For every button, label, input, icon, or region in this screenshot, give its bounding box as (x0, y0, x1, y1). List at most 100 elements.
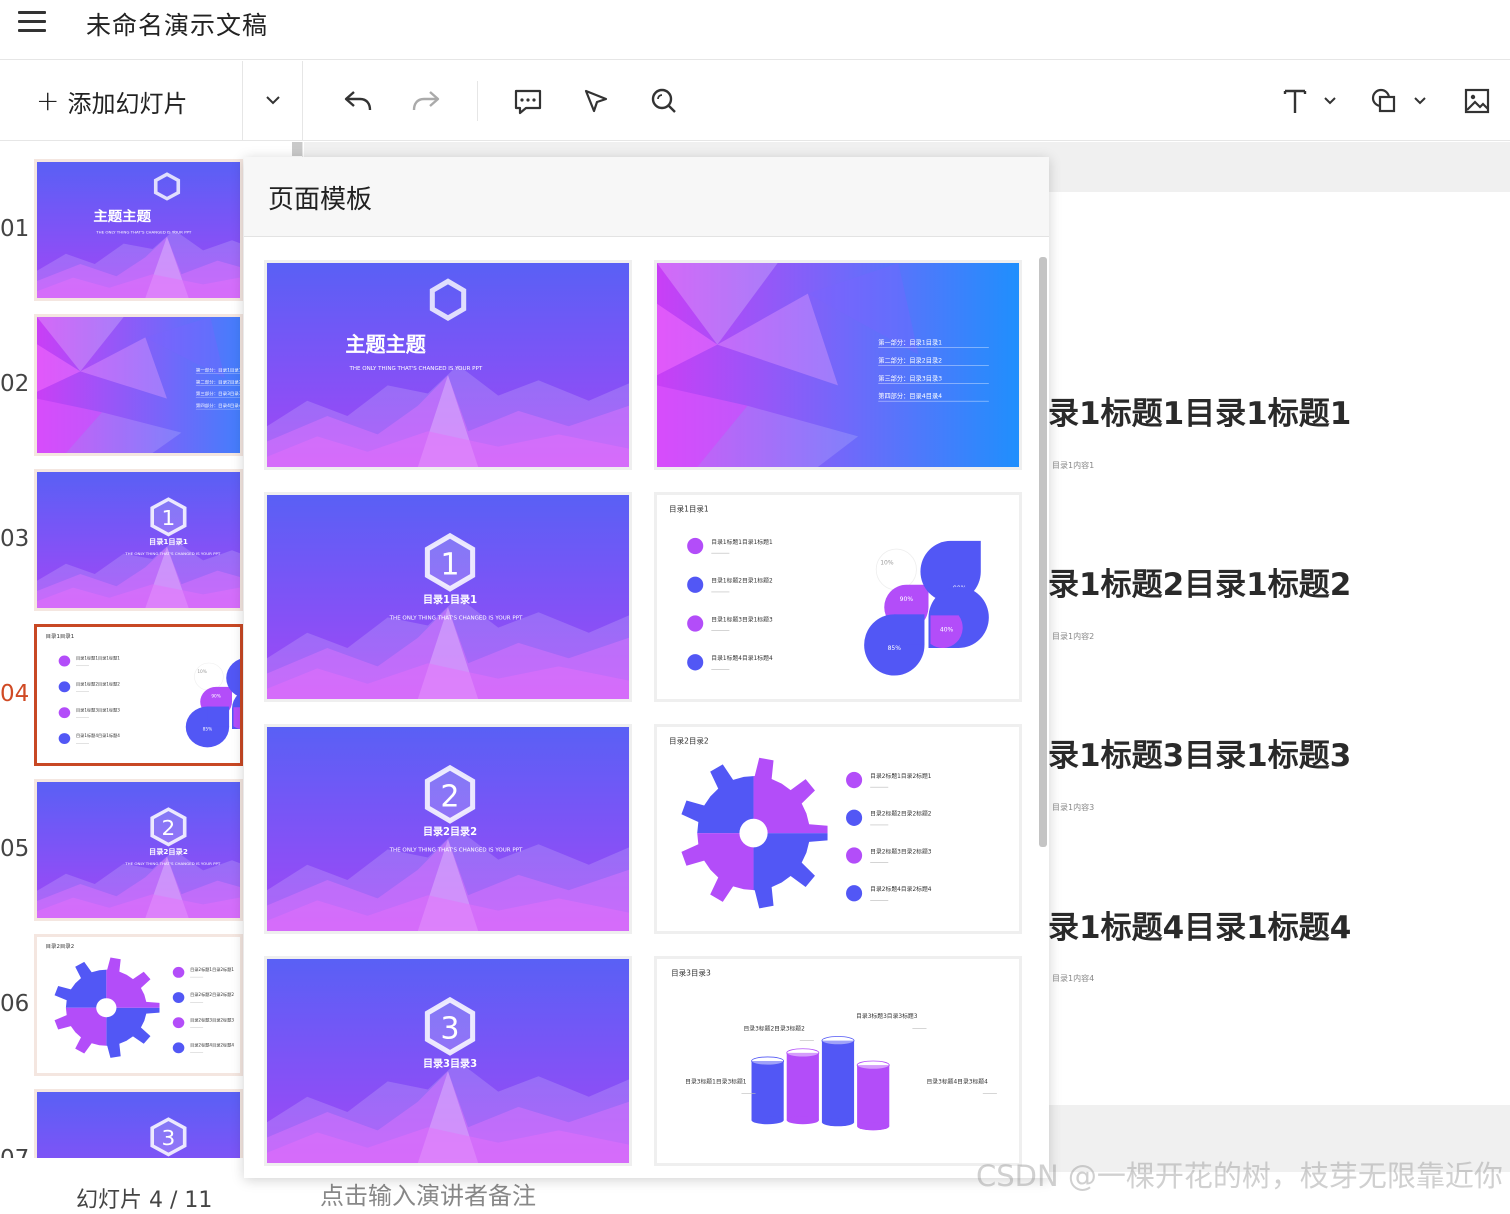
slide-counter: 幻灯片 4 / 11 (76, 1188, 213, 1213)
add-slide-dropdown-button[interactable] (242, 61, 303, 141)
template-card-gear[interactable]: 目录2目录2 目录2标题1目录2标题1 目录2标题2目录2标题2 目录2标题3目录2标… (654, 724, 1022, 934)
svg-text:2: 2 (162, 816, 176, 840)
template-card-toc[interactable]: 第一部分：目录1目录1 第二部分：目录2目录2 第三部分：目录3目录3 第四部分：目录… (654, 260, 1022, 470)
svg-text:85%: 85% (203, 726, 213, 731)
slide-thumbnail-01[interactable]: 主题主题 THE ONLY THING THAT'S CHANGED IS YOU… (34, 159, 243, 301)
svg-text:THE ONLY THING THAT'S CHANGED: THE ONLY THING THAT'S CHANGED IS YOUR PP… (95, 230, 192, 235)
thumbnail-number: 05 (0, 836, 30, 862)
template-card-petal[interactable]: 目录1目录1 目录1标题1目录1标题1 目录1标题2目录1标题2 目录1标题3目录1标… (654, 492, 1022, 702)
svg-text:THE ONLY THING THAT'S CHANGED: THE ONLY THING THAT'S CHANGED IS YOUR PP… (389, 847, 523, 853)
add-slide-label: 添加幻灯片 (67, 89, 188, 118)
svg-text:目录3标题4目录3标题4: 目录3标题4目录3标题4 (926, 1077, 988, 1085)
svg-text:目录2标题2目录2标题2: 目录2标题2目录2标题2 (870, 810, 932, 818)
template-card-cover[interactable]: 主题主题 THE ONLY THING THAT'S CHANGED IS YOU… (264, 260, 632, 470)
slide-text-sub-1[interactable]: 目录1内容1 (1052, 460, 1094, 471)
svg-text:第三部分：目录3目录3: 第三部分：目录3目录3 (878, 373, 942, 382)
template-preview: 第一部分：目录1目录1 第二部分：目录2目录2 第三部分：目录3目录3 第四部分：目录… (657, 263, 1019, 467)
shape-tool-dropdown-icon[interactable] (1408, 83, 1432, 119)
toolbar: + 添加幻灯片 (0, 61, 1510, 141)
speaker-notes-input[interactable]: 点击输入演讲者备注 (320, 1176, 536, 1211)
svg-text:2: 2 (440, 779, 459, 814)
template-card-section[interactable]: 2 目录2目录2 THE ONLY THING THAT'S CHANGED IS … (264, 724, 632, 934)
text-tool-icon[interactable] (1277, 83, 1313, 119)
slide-thumbnail-05[interactable]: 2 目录2目录2 THE ONLY THING THAT'S CHANGED IS … (34, 779, 243, 921)
slide-text-title-4[interactable]: 录1标题4目录1标题4 (1048, 902, 1351, 947)
svg-text:目录1标题3目录1标题3: 目录1标题3目录1标题3 (711, 615, 773, 623)
svg-text:THE ONLY THING THAT'S CHANGED: THE ONLY THING THAT'S CHANGED IS YOUR PP… (124, 551, 221, 556)
svg-text:目录1目录1: 目录1目录1 (669, 504, 709, 513)
svg-text:主题主题: 主题主题 (345, 333, 426, 357)
thumbnail-number: 07 (0, 1146, 29, 1158)
slide-text-title-2[interactable]: 录1标题2目录1标题2 (1048, 559, 1351, 604)
template-preview: 目录2目录2 目录2标题1目录2标题1 目录2标题2目录2标题2 目录2标题3目录2标… (657, 727, 1019, 931)
text-tool-dropdown-icon[interactable] (1318, 83, 1342, 119)
search-icon[interactable] (646, 83, 682, 119)
svg-text:目录2标题2目录2标题2: 目录2标题2目录2标题2 (190, 991, 234, 997)
svg-text:目录2标题1目录2标题1: 目录2标题1目录2标题1 (870, 772, 932, 780)
template-card-cylinders[interactable]: 目录3目录3 目录3标题1目录3标题1 目录3标题2目录3标题2 目录3标题3目录3标… (654, 956, 1022, 1166)
svg-text:90%: 90% (211, 694, 221, 699)
document-title[interactable]: 未命名演示文稿 (86, 6, 268, 42)
slide-thumbnail-preview: 2 目录2目录2 THE ONLY THING THAT'S CHANGED IS … (37, 782, 240, 918)
svg-text:目录3目录3: 目录3目录3 (423, 1058, 477, 1070)
hamburger-menu-icon[interactable] (16, 8, 48, 36)
thumbnail-number: 02 (0, 371, 30, 397)
slide-text-title-3[interactable]: 录1标题3目录1标题3 (1048, 730, 1351, 775)
comment-icon[interactable] (510, 83, 546, 119)
add-slide-button[interactable]: + 添加幻灯片 (36, 83, 187, 119)
svg-text:目录1目录1: 目录1目录1 (423, 594, 477, 606)
slide-thumbnail-06[interactable]: 目录2目录2 目录2标题1目录2标题1 目录2标题2目录2标题2 目录2标题3目录2标… (34, 934, 243, 1076)
svg-text:目录3标题2目录3标题2: 目录3标题2目录3标题2 (743, 1024, 805, 1032)
svg-text:1: 1 (162, 506, 176, 530)
template-card-section[interactable]: 3 目录3目录3 (264, 956, 632, 1166)
template-preview: 主题主题 THE ONLY THING THAT'S CHANGED IS YOU… (267, 263, 629, 467)
template-panel-title: 页面模板 (268, 185, 373, 215)
template-scrollbar[interactable] (1039, 257, 1047, 847)
svg-text:目录1标题3目录1标题3: 目录1标题3目录1标题3 (76, 706, 120, 712)
template-preview: 1 目录1目录1 THE ONLY THING THAT'S CHANGED IS … (267, 495, 629, 699)
svg-text:目录2目录2: 目录2目录2 (669, 736, 709, 745)
svg-text:目录2标题4目录2标题4: 目录2标题4目录2标题4 (190, 1042, 234, 1048)
current-slide[interactable]: 录1标题1目录1标题1 目录1内容1 录1标题2目录1标题2 目录1内容2 录1… (1048, 192, 1510, 1105)
slide-thumbnail-preview: 第一部分：目录1目录1第二部分：目录2目录2第三部分：目录3目录3第四部分：目录… (37, 317, 240, 453)
thumbnail-scrollbar[interactable] (292, 142, 302, 156)
pointer-icon[interactable] (578, 83, 614, 119)
svg-text:目录1目录1: 目录1目录1 (149, 537, 188, 546)
svg-text:3: 3 (162, 1126, 176, 1150)
svg-text:1: 1 (440, 547, 459, 582)
svg-text:10%: 10% (880, 559, 894, 566)
slide-text-sub-3[interactable]: 目录1内容3 (1052, 802, 1094, 813)
slide-thumbnail-02[interactable]: 第一部分：目录1目录1 第二部分：目录2目录2 第三部分：目录3目录3 第四部分：目录… (34, 314, 243, 456)
svg-text:目录2目录2: 目录2目录2 (149, 847, 188, 856)
slide-text-title-1[interactable]: 录1标题1目录1标题1 (1048, 388, 1351, 433)
svg-text:主题主题: 主题主题 (93, 209, 152, 225)
svg-text:THE ONLY THING THAT'S CHANGED: THE ONLY THING THAT'S CHANGED IS YOUR PP… (348, 366, 482, 372)
slide-text-sub-2[interactable]: 目录1内容2 (1052, 631, 1094, 642)
image-icon[interactable] (1459, 83, 1495, 119)
chevron-down-icon (266, 96, 280, 105)
slide-thumbnail-preview: 主题主题 THE ONLY THING THAT'S CHANGED IS YOU… (37, 162, 240, 298)
svg-text:目录2标题3目录2标题3: 目录2标题3目录2标题3 (190, 1016, 234, 1022)
slide-text-sub-4[interactable]: 目录1内容4 (1052, 973, 1094, 984)
svg-text:目录1标题2目录1标题2: 目录1标题2目录1标题2 (711, 577, 773, 585)
svg-text:目录1标题1目录1标题1: 目录1标题1目录1标题1 (76, 655, 120, 661)
template-preview: 2 目录2目录2 THE ONLY THING THAT'S CHANGED IS … (267, 727, 629, 931)
svg-text:目录2标题1目录2标题1: 目录2标题1目录2标题1 (190, 966, 234, 972)
slide-thumbnail-preview: 目录1目录1目录1标题1目录1标题1目录1标题2目录1标题2目录1标题3目录1标… (37, 627, 240, 763)
svg-text:85%: 85% (888, 645, 902, 652)
template-preview: 目录3目录3 目录3标题1目录3标题1 目录3标题2目录3标题2 目录3标题3目录3标… (657, 959, 1019, 1163)
template-card-section[interactable]: 1 目录1目录1 THE ONLY THING THAT'S CHANGED IS … (264, 492, 632, 702)
svg-text:目录3标题1目录3标题1: 目录3标题1目录3标题1 (685, 1077, 747, 1085)
svg-text:目录1标题1目录1标题1: 目录1标题1目录1标题1 (711, 538, 773, 546)
shape-tool-icon[interactable] (1366, 83, 1402, 119)
thumbnail-number: 01 (0, 216, 30, 242)
redo-icon[interactable] (408, 83, 444, 119)
svg-text:目录1标题2目录1标题2: 目录1标题2目录1标题2 (76, 681, 120, 687)
slide-thumbnail-04[interactable]: 目录1目录1 目录1标题1目录1标题1 目录1标题2目录1标题2 目录1标题3目录1标… (34, 624, 243, 766)
undo-icon[interactable] (340, 83, 376, 119)
slide-thumbnail-preview: 目录2目录2目录2标题1目录2标题1目录2标题2目录2标题2目录2标题3目录2标… (37, 937, 240, 1073)
slide-thumbnail-03[interactable]: 1 目录1目录1 THE ONLY THING THAT'S CHANGED IS … (34, 469, 243, 611)
slide-thumbnail-07[interactable]: 3 (34, 1089, 243, 1158)
watermark-text: CSDN @一棵开花的树，枝芽无限靠近你 (976, 1159, 1503, 1193)
svg-text:第一部分：目录1目录1: 第一部分：目录1目录1 (878, 338, 942, 347)
